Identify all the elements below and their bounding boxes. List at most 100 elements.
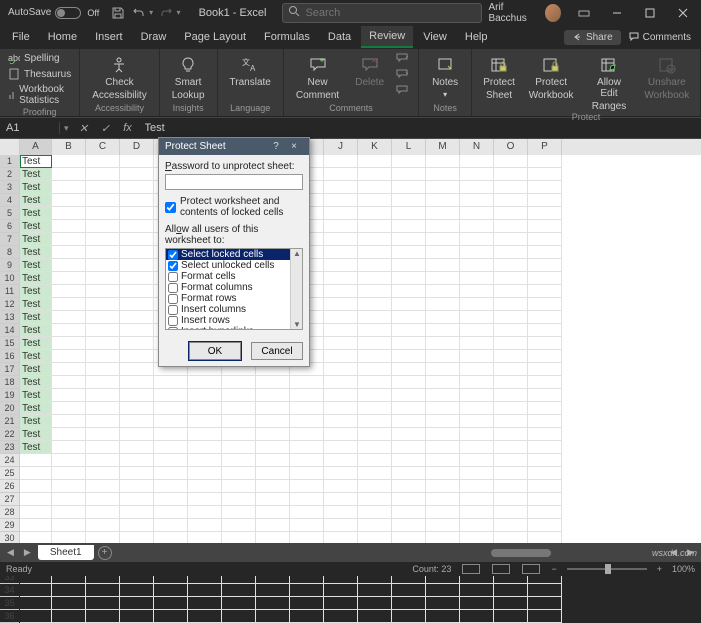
permission-option-1[interactable]: Select unlocked cells — [166, 260, 302, 271]
cell-D24[interactable] — [120, 454, 154, 467]
tab-insert[interactable]: Insert — [87, 27, 131, 47]
cell-A35[interactable] — [20, 597, 52, 610]
cell-I25[interactable] — [290, 467, 324, 480]
cell-A5[interactable]: Test — [20, 207, 52, 220]
translate-button[interactable]: 文A Translate — [224, 51, 277, 88]
cell-N34[interactable] — [460, 584, 494, 597]
cell-C23[interactable] — [86, 441, 120, 454]
cell-O17[interactable] — [494, 363, 528, 376]
cell-J25[interactable] — [324, 467, 358, 480]
row-header-18[interactable]: 18 — [0, 376, 19, 389]
cell-B4[interactable] — [52, 194, 86, 207]
cell-P6[interactable] — [528, 220, 562, 233]
cell-N11[interactable] — [460, 285, 494, 298]
cell-B2[interactable] — [52, 168, 86, 181]
cell-O2[interactable] — [494, 168, 528, 181]
col-header-O[interactable]: O — [494, 139, 528, 155]
cell-P10[interactable] — [528, 272, 562, 285]
cell-D14[interactable] — [120, 324, 154, 337]
cell-A14[interactable]: Test — [20, 324, 52, 337]
cell-H24[interactable] — [256, 454, 290, 467]
cell-D22[interactable] — [120, 428, 154, 441]
cell-G36[interactable] — [222, 610, 256, 623]
cell-L36[interactable] — [392, 610, 426, 623]
zoom-slider[interactable] — [567, 568, 647, 570]
row-header-21[interactable]: 21 — [0, 415, 19, 428]
row-header-2[interactable]: 2 — [0, 168, 19, 181]
cell-L35[interactable] — [392, 597, 426, 610]
redo-icon[interactable] — [159, 5, 173, 21]
cell-J12[interactable] — [324, 298, 358, 311]
cell-L20[interactable] — [392, 402, 426, 415]
cell-H26[interactable] — [256, 480, 290, 493]
cell-A29[interactable] — [20, 519, 52, 532]
cell-J17[interactable] — [324, 363, 358, 376]
cell-P5[interactable] — [528, 207, 562, 220]
cell-D36[interactable] — [120, 610, 154, 623]
permissions-list[interactable]: Select locked cellsSelect unlocked cells… — [165, 248, 303, 330]
cell-J26[interactable] — [324, 480, 358, 493]
cell-D35[interactable] — [120, 597, 154, 610]
cell-P23[interactable] — [528, 441, 562, 454]
cell-C9[interactable] — [86, 259, 120, 272]
cell-P27[interactable] — [528, 493, 562, 506]
cell-M16[interactable] — [426, 350, 460, 363]
col-header-L[interactable]: L — [392, 139, 426, 155]
cell-P25[interactable] — [528, 467, 562, 480]
close-icon[interactable] — [670, 0, 697, 25]
cell-A34[interactable] — [20, 584, 52, 597]
cell-H27[interactable] — [256, 493, 290, 506]
cell-L28[interactable] — [392, 506, 426, 519]
cell-M15[interactable] — [426, 337, 460, 350]
permission-check-5[interactable] — [168, 305, 178, 315]
prev-comment-button[interactable] — [394, 51, 412, 65]
permission-check-0[interactable] — [168, 250, 178, 260]
cell-N7[interactable] — [460, 233, 494, 246]
permission-check-7[interactable] — [168, 327, 178, 331]
cell-K20[interactable] — [358, 402, 392, 415]
cell-G19[interactable] — [222, 389, 256, 402]
cell-D11[interactable] — [120, 285, 154, 298]
tab-home[interactable]: Home — [40, 27, 85, 47]
cell-E24[interactable] — [154, 454, 188, 467]
cell-K19[interactable] — [358, 389, 392, 402]
cell-N12[interactable] — [460, 298, 494, 311]
cell-O36[interactable] — [494, 610, 528, 623]
cell-A26[interactable] — [20, 480, 52, 493]
cell-A24[interactable] — [20, 454, 52, 467]
cell-N13[interactable] — [460, 311, 494, 324]
cell-H35[interactable] — [256, 597, 290, 610]
cell-M13[interactable] — [426, 311, 460, 324]
spreadsheet-grid[interactable]: ABCDEFGHIJKLMNOP 12345678910111213141516… — [0, 139, 701, 543]
cell-M36[interactable] — [426, 610, 460, 623]
next-comment-button[interactable] — [394, 67, 412, 81]
cell-L17[interactable] — [392, 363, 426, 376]
permission-option-2[interactable]: Format cells — [166, 271, 302, 282]
cell-D10[interactable] — [120, 272, 154, 285]
cell-K29[interactable] — [358, 519, 392, 532]
cell-C24[interactable] — [86, 454, 120, 467]
cell-K16[interactable] — [358, 350, 392, 363]
cell-P11[interactable] — [528, 285, 562, 298]
cell-J11[interactable] — [324, 285, 358, 298]
cell-M28[interactable] — [426, 506, 460, 519]
cell-B35[interactable] — [52, 597, 86, 610]
tab-draw[interactable]: Draw — [133, 27, 175, 47]
permission-check-3[interactable] — [168, 283, 178, 293]
dialog-help-icon[interactable]: ? — [267, 141, 285, 152]
cell-B19[interactable] — [52, 389, 86, 402]
cell-M1[interactable] — [426, 155, 460, 168]
cell-O24[interactable] — [494, 454, 528, 467]
maximize-icon[interactable] — [637, 0, 664, 25]
cell-F36[interactable] — [188, 610, 222, 623]
cell-H34[interactable] — [256, 584, 290, 597]
row-header-22[interactable]: 22 — [0, 428, 19, 441]
cell-I21[interactable] — [290, 415, 324, 428]
cell-P28[interactable] — [528, 506, 562, 519]
cell-M14[interactable] — [426, 324, 460, 337]
cell-K8[interactable] — [358, 246, 392, 259]
cell-H19[interactable] — [256, 389, 290, 402]
cell-K18[interactable] — [358, 376, 392, 389]
cell-L14[interactable] — [392, 324, 426, 337]
cell-P15[interactable] — [528, 337, 562, 350]
